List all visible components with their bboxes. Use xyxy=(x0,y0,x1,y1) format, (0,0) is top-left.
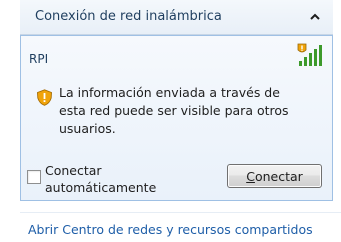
connect-button-label: onectar xyxy=(254,169,303,184)
security-warning-text: La información enviada a través de esta … xyxy=(59,85,289,136)
network-item-rpi[interactable]: RPI La información enviada a través de e… xyxy=(20,35,333,201)
auto-connect-checkbox[interactable] xyxy=(27,170,41,184)
auto-connect-label[interactable]: Conectar automáticamente xyxy=(45,162,195,196)
wifi-signal-icon xyxy=(296,42,324,68)
shield-warning-icon xyxy=(36,89,53,106)
chevron-up-icon[interactable] xyxy=(307,9,323,25)
open-network-center-link[interactable]: Abrir Centro de redes y recursos compart… xyxy=(28,222,341,237)
network-section-header[interactable]: Conexión de red inalámbrica xyxy=(20,0,333,35)
connect-button-mnemonic: C xyxy=(246,169,255,184)
network-name: RPI xyxy=(29,52,49,66)
connect-button[interactable]: Conectar xyxy=(227,164,322,188)
divider xyxy=(20,212,341,213)
section-title: Conexión de red inalámbrica xyxy=(35,9,222,24)
